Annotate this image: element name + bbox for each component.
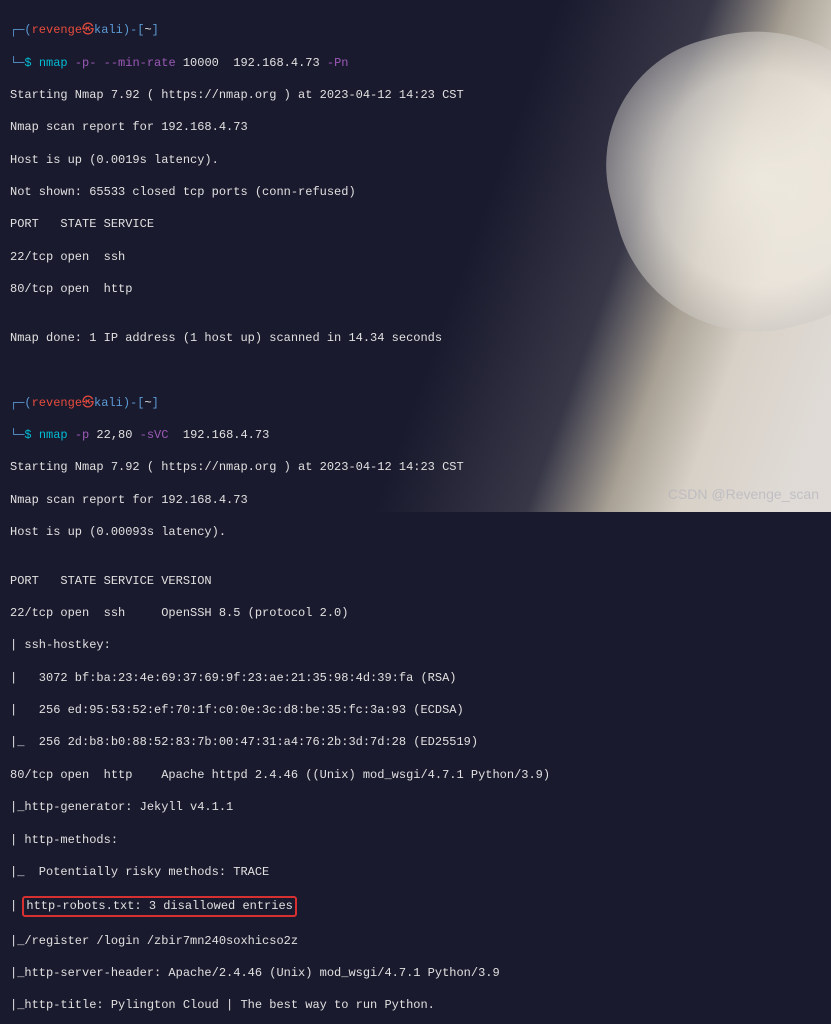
output-line: Nmap scan report for 192.168.4.73 [10,119,821,135]
prompt-prefix: └─ [10,55,24,71]
output-port: 80/tcp open http [10,281,821,297]
prompt-dollar: $ [24,427,38,443]
prompt-host: kali [94,22,123,38]
output-ed25519-key: |_ 256 2d:b8:b0:88:52:83:7b:00:47:31:a4:… [10,734,821,750]
output-header: PORT STATE SERVICE VERSION [10,573,821,589]
prompt-at: ㉿ [82,22,94,38]
output-http-title: |_http-title: Pylington Cloud | The best… [10,997,821,1013]
output-port-http: 80/tcp open http Apache httpd 2.4.46 ((U… [10,767,821,783]
output-line: Host is up (0.0019s latency). [10,152,821,168]
output-line: Starting Nmap 7.92 ( https://nmap.org ) … [10,459,821,475]
prompt-path: ~ [144,395,151,411]
terminal-output: ┌─(revenge㉿kali)-[~] └─$ nmap -p- --min-… [0,0,831,1024]
prompt-line-1: ┌─(revenge㉿kali)-[~] [10,22,821,38]
output-port-ssh: 22/tcp open ssh OpenSSH 8.5 (protocol 2.… [10,605,821,621]
prompt-line-2: ┌─(revenge㉿kali)-[~] [10,395,821,411]
prompt-bracket: ┌─( [10,395,32,411]
output-line: Host is up (0.00093s latency). [10,524,821,540]
prompt-close: )-[ [123,395,145,411]
output-rsa-key: | 3072 bf:ba:23:4e:69:37:69:9f:23:ae:21:… [10,670,821,686]
prompt-at: ㉿ [82,395,94,411]
output-line: Not shown: 65533 closed tcp ports (conn-… [10,184,821,200]
flag-p: -p- [68,55,97,71]
cmd-nmap: nmap [39,427,68,443]
cmd-nmap: nmap [39,55,68,71]
flag-pn: -Pn [320,55,349,71]
prompt-close: )-[ [123,22,145,38]
prompt-dollar: $ [24,55,38,71]
output-trace: |_ Potentially risky methods: TRACE [10,864,821,880]
prompt-host: kali [94,395,123,411]
output-ecdsa-key: | 256 ed:95:53:52:ef:70:1f:c0:0e:3c:d8:b… [10,702,821,718]
prompt-bracket: ┌─( [10,22,32,38]
prompt-end: ] [152,22,159,38]
arg-ports: 22,80 [89,427,132,443]
output-header: PORT STATE SERVICE [10,216,821,232]
prompt-path: ~ [144,22,151,38]
output-done: Nmap done: 1 IP address (1 host up) scan… [10,330,821,346]
output-blank [10,362,821,378]
command-line-2[interactable]: └─$ nmap -p 22,80 -sVC 192.168.4.73 [10,427,821,443]
output-methods: | http-methods: [10,832,821,848]
flag-p2: -p [68,427,90,443]
arg-target: 192.168.4.73 [168,427,269,443]
prompt-prefix: └─ [10,427,24,443]
command-line-1[interactable]: └─$ nmap -p- --min-rate 10000 192.168.4.… [10,55,821,71]
robots-highlight: http-robots.txt: 3 disallowed entries [22,896,296,916]
flag-svc: -sVC [132,427,168,443]
output-hostkey: | ssh-hostkey: [10,637,821,653]
prompt-end: ] [152,395,159,411]
prompt-user: revenge [32,395,82,411]
watermark-text: CSDN @Revenge_scan [668,485,819,504]
prompt-user: revenge [32,22,82,38]
output-robots-line: | http-robots.txt: 3 disallowed entries [10,896,821,916]
output-server-header: |_http-server-header: Apache/2.4.46 (Uni… [10,965,821,981]
output-generator: |_http-generator: Jekyll v4.1.1 [10,799,821,815]
arg-rate-target: 10000 192.168.4.73 [176,55,320,71]
output-line: Starting Nmap 7.92 ( https://nmap.org ) … [10,87,821,103]
flag-minrate: --min-rate [96,55,175,71]
output-port: 22/tcp open ssh [10,249,821,265]
output-disallowed-paths: |_/register /login /zbir7mn240soxhicso2z [10,933,821,949]
